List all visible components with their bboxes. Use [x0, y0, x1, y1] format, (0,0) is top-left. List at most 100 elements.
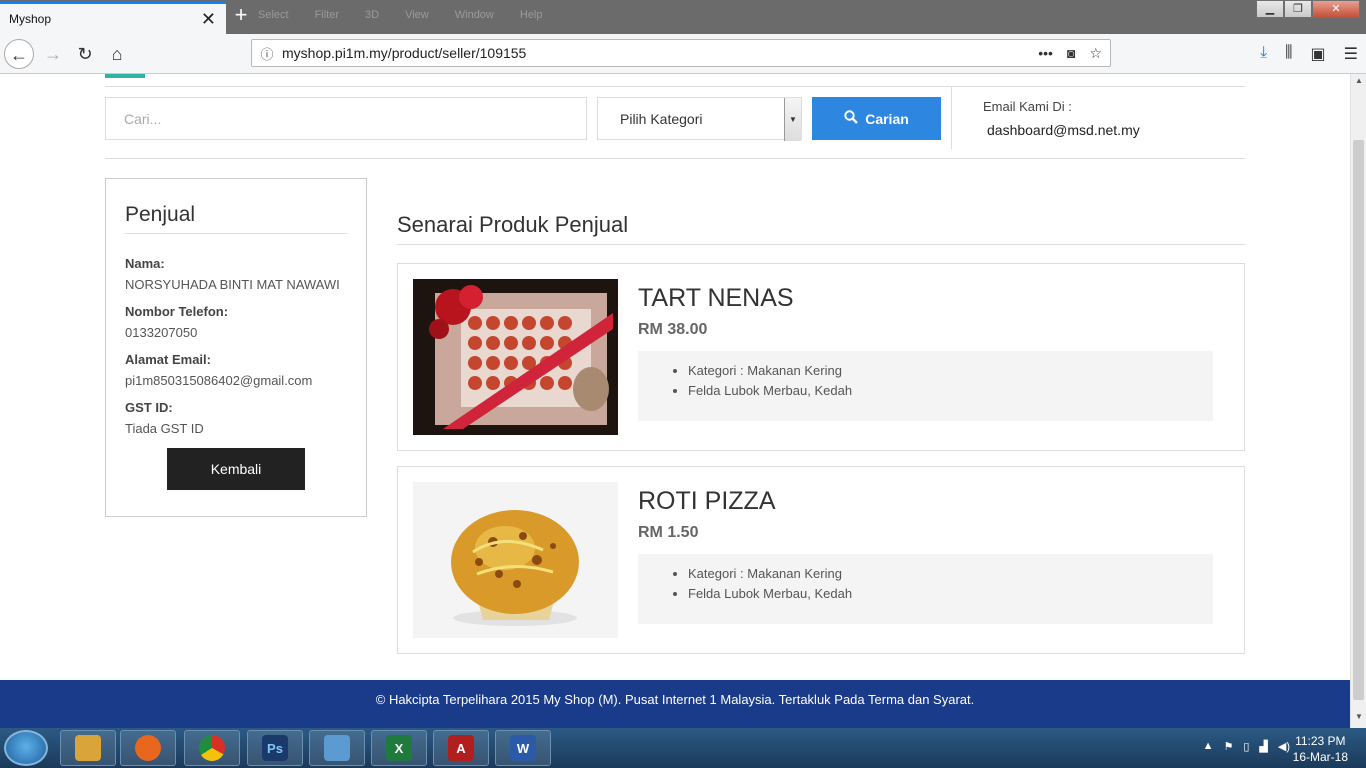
- product-image[interactable]: [413, 279, 618, 435]
- windows-taskbar: Ps X A W ▲ ⚑ ▯ ▟ ◀) 11:23 PM 16-Mar-18: [0, 728, 1366, 768]
- download-icon[interactable]: ⤓: [1260, 44, 1267, 64]
- scroll-up-icon[interactable]: ▲: [1351, 76, 1366, 90]
- search-icon: [844, 110, 859, 127]
- seller-name-label: Nama:: [125, 256, 165, 271]
- taskbar-app-excel[interactable]: X: [371, 730, 427, 766]
- seller-email-value: pi1m850315086402@gmail.com: [125, 373, 313, 388]
- hamburger-menu-icon[interactable]: ☰: [1344, 44, 1358, 64]
- search-input[interactable]: [105, 97, 587, 140]
- product-name[interactable]: TART NENAS: [638, 284, 794, 313]
- menu-item: Select: [258, 9, 289, 21]
- search-row: Pilih Kategori ▼ Carian Email Kami Di : …: [105, 87, 1245, 159]
- seller-gst-label: GST ID:: [125, 400, 173, 415]
- product-details: Kategori : Makanan Kering Felda Lubok Me…: [638, 351, 1213, 421]
- library-icon[interactable]: ⫼: [1285, 44, 1292, 64]
- taskbar-app-acrobat[interactable]: A: [433, 730, 489, 766]
- network-icon[interactable]: ▟: [1259, 740, 1267, 753]
- browser-navbar: ← → ↻ ⌂ ⓘ myshop.pi1m.my/product/seller/…: [0, 34, 1366, 74]
- email-value: dashboard@msd.net.my: [987, 122, 1140, 138]
- battery-icon[interactable]: ▯: [1243, 740, 1249, 753]
- page-scrollbar[interactable]: ▲ ▼: [1350, 74, 1366, 728]
- back-arrow-icon[interactable]: ←: [4, 39, 34, 69]
- back-button[interactable]: Kembali: [167, 448, 305, 490]
- seller-gst-value: Tiada GST ID: [125, 421, 204, 436]
- clock-date: 16-Mar-18: [1292, 750, 1348, 764]
- photoshop-icon: Ps: [262, 735, 288, 761]
- start-button[interactable]: [4, 730, 48, 766]
- window-controls: ▁ ❐ ✕: [1256, 0, 1360, 18]
- acrobat-icon: A: [448, 735, 474, 761]
- logo[interactable]: [105, 74, 145, 78]
- url-bar[interactable]: ⓘ myshop.pi1m.my/product/seller/109155 •…: [251, 39, 1111, 67]
- site-footer: © Hakcipta Terpelihara 2015 My Shop (M).…: [0, 680, 1350, 728]
- product-price: RM 1.50: [638, 524, 699, 541]
- chrome-icon: [199, 735, 225, 761]
- search-button-label: Carian: [865, 110, 909, 127]
- browser-toolbar: ⤓ ⫼ ▣ ☰: [1260, 44, 1358, 64]
- product-location: Felda Lubok Merbau, Kedah: [688, 383, 1213, 398]
- new-tab-icon[interactable]: +: [230, 4, 252, 26]
- taskbar-clock[interactable]: 11:23 PM 16-Mar-18: [1293, 733, 1348, 765]
- seller-panel: Penjual Nama: NORSYUHADA BINTI MAT NAWAW…: [105, 178, 367, 517]
- search-button[interactable]: Carian: [812, 97, 941, 140]
- site-header-edge: [105, 74, 1245, 87]
- product-card[interactable]: TART NENAS RM 38.00 Kategori : Makanan K…: [397, 263, 1245, 451]
- browser-tabstrip: Myshop ✕ + Select Filter 3D View Window …: [0, 0, 1366, 34]
- taskbar-app-photo-viewer[interactable]: [309, 730, 365, 766]
- system-tray: ▲ ⚑ ▯ ▟ ◀): [1203, 740, 1290, 753]
- product-card[interactable]: ROTI PIZZA RM 1.50 Kategori : Makanan Ke…: [397, 466, 1245, 654]
- folder-icon: [75, 735, 101, 761]
- sidebar-icon[interactable]: ▣: [1311, 44, 1326, 64]
- seller-email-label: Alamat Email:: [125, 352, 211, 367]
- menu-item: Window: [454, 9, 494, 21]
- category-select[interactable]: Pilih Kategori ▼: [597, 97, 802, 141]
- product-name[interactable]: ROTI PIZZA: [638, 487, 776, 516]
- product-category: Kategori : Makanan Kering: [688, 363, 1213, 378]
- scroll-down-icon[interactable]: ▼: [1351, 712, 1366, 726]
- taskbar-app-explorer[interactable]: [60, 730, 116, 766]
- url-text[interactable]: myshop.pi1m.my/product/seller/109155: [282, 45, 1038, 61]
- email-label: Email Kami Di :: [983, 99, 1072, 114]
- volume-icon[interactable]: ◀): [1278, 740, 1290, 753]
- taskbar-app-word[interactable]: W: [495, 730, 551, 766]
- product-details: Kategori : Makanan Kering Felda Lubok Me…: [638, 554, 1213, 624]
- word-icon: W: [510, 735, 536, 761]
- taskbar-app-chrome[interactable]: [184, 730, 240, 766]
- product-list-title: Senarai Produk Penjual: [397, 212, 1245, 245]
- tray-expand-icon[interactable]: ▲: [1203, 740, 1214, 753]
- dropdown-arrow-icon[interactable]: ▼: [784, 98, 801, 141]
- background-menu: Select Filter 3D View Window Help: [258, 9, 543, 21]
- photo-icon: [324, 735, 350, 761]
- category-selected: Pilih Kategori: [620, 110, 703, 127]
- info-icon[interactable]: ⓘ: [252, 44, 282, 63]
- forward-arrow-icon[interactable]: →: [38, 39, 68, 69]
- pocket-icon[interactable]: ◙: [1067, 45, 1075, 62]
- close-icon[interactable]: ✕: [201, 10, 216, 28]
- contact-email: Email Kami Di : dashboard@msd.net.my: [951, 87, 1245, 149]
- home-icon[interactable]: ⌂: [102, 39, 132, 69]
- menu-item: Filter: [314, 9, 340, 21]
- excel-icon: X: [386, 735, 412, 761]
- product-location: Felda Lubok Merbau, Kedah: [688, 586, 1213, 601]
- taskbar-app-firefox[interactable]: [120, 730, 176, 766]
- minimize-icon[interactable]: ▁: [1256, 0, 1284, 18]
- page-content: Pilih Kategori ▼ Carian Email Kami Di : …: [0, 74, 1350, 728]
- window-close-icon[interactable]: ✕: [1312, 0, 1360, 18]
- reload-icon[interactable]: ↻: [70, 39, 100, 69]
- seller-name-value: NORSYUHADA BINTI MAT NAWAWI: [125, 277, 340, 292]
- product-image[interactable]: [413, 482, 618, 638]
- menu-item: Help: [519, 9, 543, 21]
- browser-tab[interactable]: Myshop ✕: [0, 2, 226, 34]
- taskbar-app-photoshop[interactable]: Ps: [247, 730, 303, 766]
- page-actions-icon[interactable]: •••: [1038, 45, 1053, 62]
- product-category: Kategori : Makanan Kering: [688, 566, 1213, 581]
- scroll-thumb[interactable]: [1353, 140, 1364, 700]
- seller-title: Penjual: [125, 203, 347, 234]
- action-center-icon[interactable]: ⚑: [1223, 740, 1233, 753]
- clock-time: 11:23 PM: [1295, 734, 1346, 748]
- menu-item: 3D: [365, 9, 380, 21]
- maximize-icon[interactable]: ❐: [1284, 0, 1312, 18]
- menu-item: View: [405, 9, 429, 21]
- tab-title: Myshop: [9, 12, 52, 26]
- bookmark-star-icon[interactable]: ☆: [1089, 45, 1102, 62]
